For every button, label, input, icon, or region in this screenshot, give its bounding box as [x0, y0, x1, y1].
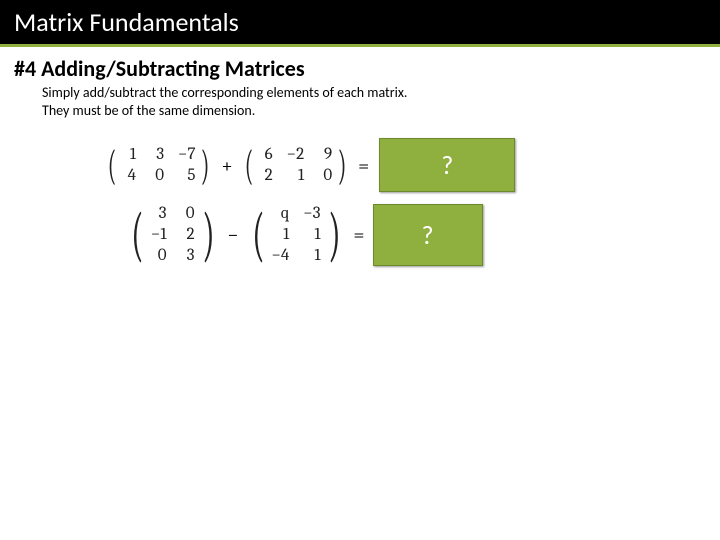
- cell: 1: [307, 225, 321, 244]
- desc-line-1: Simply add/subtract the corresponding el…: [42, 84, 407, 101]
- matrix-2b: ( q−3 11 −41 ): [247, 202, 346, 267]
- cell: 2: [181, 225, 195, 244]
- section-heading: #4 Adding/Subtracting Matrices: [14, 55, 706, 82]
- cell: 0: [153, 246, 167, 265]
- equation-row-1: ( 13−7 405 ) + ( 6−29 210 ) = ?: [104, 138, 706, 192]
- cell: 4: [122, 166, 136, 185]
- cell: 0: [150, 166, 164, 185]
- cell: 1: [290, 166, 304, 185]
- answer-box-1[interactable]: ?: [379, 138, 515, 192]
- matrix-cells: 30 −12 03: [149, 202, 197, 267]
- page-title: Matrix Fundamentals: [14, 6, 706, 38]
- minus-operator: −: [227, 223, 238, 246]
- right-paren-icon: ): [201, 143, 210, 187]
- cell: 3: [150, 145, 164, 164]
- answer-box-2[interactable]: ?: [373, 204, 483, 266]
- cell: −7: [178, 145, 195, 164]
- cell: 1: [275, 225, 289, 244]
- cell: −3: [303, 204, 320, 223]
- cell: 0: [318, 166, 332, 185]
- equals-sign: =: [353, 223, 364, 246]
- cell: 3: [153, 204, 167, 223]
- left-paren-icon: (: [108, 143, 117, 187]
- section-description: Simply add/subtract the corresponding el…: [42, 84, 706, 120]
- matrix-cells: q−3 11 −41: [269, 202, 322, 267]
- cell: −1: [151, 225, 167, 244]
- answer-placeholder: ?: [421, 219, 433, 251]
- header-bar: Matrix Fundamentals: [0, 0, 720, 44]
- answer-placeholder: ?: [441, 149, 453, 181]
- cell: 6: [259, 145, 273, 164]
- left-paren-icon: (: [244, 143, 253, 187]
- left-paren-icon: (: [252, 202, 265, 267]
- cell: 3: [181, 246, 195, 265]
- cell: 1: [307, 246, 321, 265]
- cell: −4: [271, 246, 289, 265]
- cell: 2: [259, 166, 273, 185]
- matrix-1b: ( 6 −2 9 210 ): [241, 143, 351, 187]
- matrix-cells: 6 −2 9 210: [257, 143, 334, 187]
- desc-line-2: They must be of the same dimension.: [42, 102, 255, 119]
- right-paren-icon: ): [202, 202, 215, 267]
- cell: −2: [287, 145, 304, 164]
- matrix-cells: 13 −7 405: [120, 143, 197, 187]
- equation-row-2: ( 30 −12 03 ) − ( q−3 11 −41 ) =: [126, 202, 706, 267]
- plus-operator: +: [222, 154, 233, 177]
- equations-area: ( 13−7 405 ) + ( 6−29 210 ) = ?: [104, 138, 706, 267]
- left-paren-icon: (: [131, 202, 144, 267]
- right-paren-icon: ): [328, 202, 341, 267]
- cell: 5: [181, 166, 195, 185]
- equals-sign: =: [358, 154, 369, 177]
- cell: 9: [318, 145, 332, 164]
- right-paren-icon: ): [338, 143, 347, 187]
- cell: 1: [122, 145, 136, 164]
- content-area: #4 Adding/Subtracting Matrices Simply ad…: [0, 47, 720, 267]
- matrix-2a: ( 30 −12 03 ): [126, 202, 219, 267]
- cell: 0: [181, 204, 195, 223]
- cell: q: [275, 204, 289, 223]
- matrix-1a: ( 13 −7 405 ): [104, 143, 214, 187]
